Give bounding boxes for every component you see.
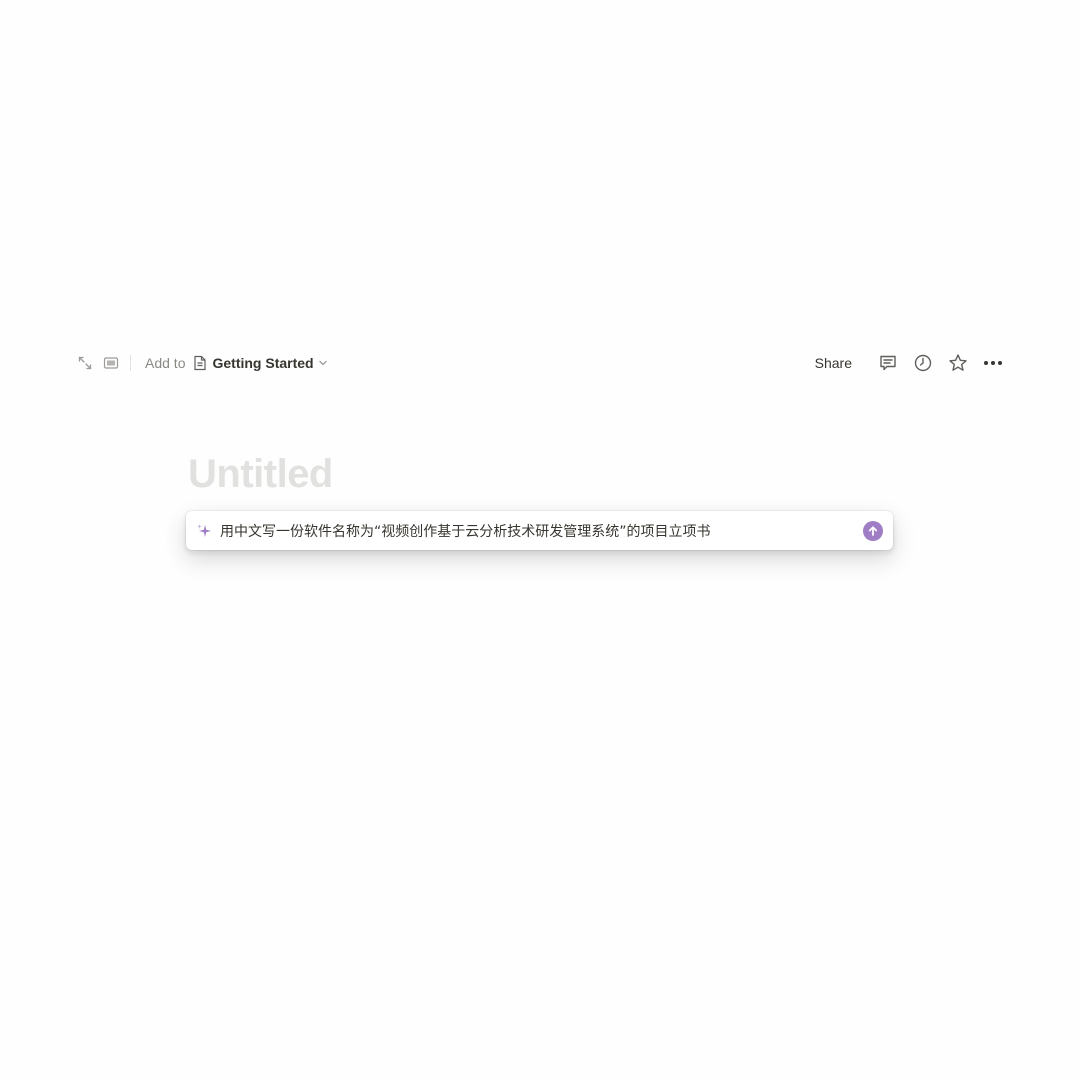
top-bar: Add to Getting Started Share [72,348,1008,378]
arrow-up-circle-icon[interactable] [863,520,883,541]
top-bar-right: Share [809,349,1008,377]
share-button[interactable]: Share [809,353,858,373]
chevron-down-icon [318,358,328,368]
page-link-getting-started[interactable]: Getting Started [193,355,327,371]
more-dots-icon[interactable] [978,349,1008,377]
side-peek-icon[interactable] [98,350,124,376]
notion-page: Add to Getting Started Share Untitled 用中… [0,0,1080,1080]
star-icon[interactable] [943,349,973,377]
comment-icon[interactable] [873,349,903,377]
top-bar-left: Add to Getting Started [72,350,328,376]
ai-prompt-box [186,511,893,550]
add-to-label[interactable]: Add to [145,355,185,371]
divider [130,355,131,371]
page-link-label: Getting Started [212,355,314,371]
page-title[interactable]: Untitled [188,452,333,497]
sparkle-icon [196,523,212,539]
ai-prompt-input[interactable] [220,518,855,543]
document-icon [193,355,207,371]
expand-diagonal-icon[interactable] [72,350,98,376]
clock-history-icon[interactable] [908,349,938,377]
